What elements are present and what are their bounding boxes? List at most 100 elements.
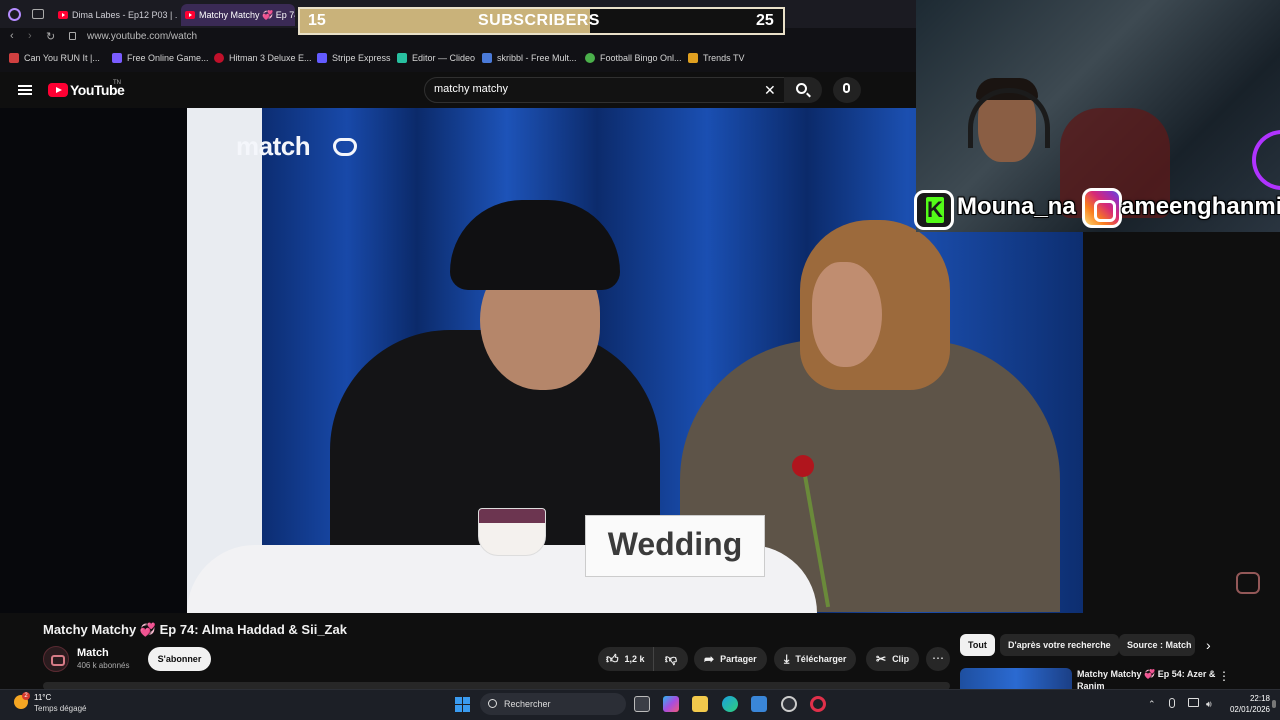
tab-dima-labes[interactable]: Dima Labes - Ep12 P03 | ... <box>54 4 178 26</box>
game-icon <box>112 53 122 63</box>
copilot-icon[interactable] <box>663 696 679 712</box>
contestant-woman-face <box>812 262 882 367</box>
microphone-icon[interactable] <box>1169 698 1175 708</box>
bookmark-label: Can You RUN It |... <box>24 53 100 63</box>
bookmark-item[interactable]: Football Bingo Onl... <box>585 53 682 63</box>
like-dislike-group: 👍︎ 1,2 k 👎︎ <box>598 647 688 671</box>
chip-all[interactable]: Tout <box>960 634 995 656</box>
trend-icon <box>688 53 698 63</box>
channel-watermark-icon[interactable] <box>1236 572 1260 594</box>
search-icon <box>488 699 497 708</box>
bookmark-item[interactable]: skribbl - Free Mult... <box>482 53 577 63</box>
network-icon[interactable] <box>1188 698 1199 707</box>
download-button[interactable]: ⤓ Télécharger <box>774 647 857 671</box>
subscriber-goal: 25 <box>756 12 774 29</box>
opera-gx-icon[interactable] <box>810 696 826 712</box>
bookmark-label: Hitman 3 Deluxe E... <box>229 53 312 63</box>
handshake-icon <box>333 138 357 156</box>
stripe-icon <box>317 53 327 63</box>
hitman-icon <box>214 53 224 63</box>
bookmark-label: Free Online Game... <box>127 53 209 63</box>
url-field[interactable]: www.youtube.com/watch <box>87 31 197 42</box>
red-rose <box>792 455 814 477</box>
subscriber-label: SUBSCRIBERS <box>478 12 600 29</box>
channel-avatar[interactable] <box>43 646 69 672</box>
share-label: Partager <box>720 654 757 664</box>
weather-badge: 2 <box>22 692 30 700</box>
match-watermark: match <box>236 131 311 161</box>
bookmark-label: skribbl - Free Mult... <box>497 53 577 63</box>
forward-button[interactable]: › <box>28 30 32 42</box>
bookmark-label: Football Bingo Onl... <box>600 53 682 63</box>
clip-button[interactable]: ✂ Clip <box>866 647 920 671</box>
instagram-handle: ameenghanmii <box>1121 193 1280 220</box>
clear-search-icon[interactable]: ✕ <box>764 82 776 99</box>
bookmark-item[interactable]: Trends TV <box>688 53 745 63</box>
dessert-cup <box>478 508 546 556</box>
video-title: Matchy Matchy 💞 Ep 74: Alma Haddad & Sii… <box>43 622 347 637</box>
youtube-country-code: TN <box>113 80 121 86</box>
thumbs-up-icon: 👍︎ <box>606 651 619 666</box>
play-icon <box>397 53 407 63</box>
kick-logo-icon <box>914 190 954 230</box>
steam-icon[interactable] <box>781 696 797 712</box>
download-label: Télécharger <box>795 654 847 664</box>
ball-icon <box>585 53 595 63</box>
opera-logo-icon[interactable] <box>8 8 21 21</box>
subscriber-current: 15 <box>308 12 326 29</box>
reload-button[interactable]: ↻ <box>46 30 55 43</box>
bookmark-item[interactable]: Stripe Express <box>317 53 391 63</box>
bookmark-item[interactable]: Can You RUN It |... <box>9 53 100 63</box>
more-vert-icon[interactable]: ⋮ <box>1218 669 1230 683</box>
download-icon: ⤓ <box>784 651 790 666</box>
like-count: 1,2 k <box>624 654 645 664</box>
youtube-favicon-icon <box>58 11 68 19</box>
search-icon[interactable] <box>796 83 807 94</box>
store-icon[interactable] <box>751 696 767 712</box>
thumbs-down-icon: 👎︎ <box>664 651 678 666</box>
dislike-button[interactable]: 👎︎ <box>654 647 688 671</box>
hamburger-menu-icon[interactable] <box>18 85 32 95</box>
instagram-logo-icon <box>1082 188 1122 228</box>
clip-label: Clip <box>892 654 910 664</box>
volume-icon[interactable]: 🔊︎ <box>1206 699 1212 710</box>
bookmark-item[interactable]: Editor — Clideo <box>397 53 475 63</box>
like-button[interactable]: 👍︎ 1,2 k <box>598 647 654 671</box>
taskbar-search[interactable] <box>480 693 626 715</box>
youtube-logo-icon[interactable] <box>48 83 68 97</box>
microphone-icon[interactable] <box>843 83 850 93</box>
file-explorer-icon[interactable] <box>692 696 708 712</box>
channel-name[interactable]: Match <box>77 647 109 659</box>
tab-label: Matchy Matchy 💞 Ep 74: ... <box>199 9 295 20</box>
subscribe-button[interactable]: S'abonner <box>148 647 211 671</box>
weather-description[interactable]: Temps dégagé <box>34 704 86 713</box>
tab-switcher-icon[interactable] <box>32 9 44 19</box>
bookmark-icon <box>9 53 19 63</box>
scissors-icon: ✂ <box>876 652 887 666</box>
edge-icon[interactable] <box>722 696 738 712</box>
chip-source[interactable]: Source : Match <box>1119 634 1195 656</box>
bookmark-item[interactable]: Free Online Game... <box>112 53 209 63</box>
clock-time[interactable]: 22:18 <box>1244 694 1270 703</box>
back-button[interactable]: ‹ <box>10 30 14 42</box>
lock-icon <box>69 32 76 40</box>
bookmark-item[interactable]: Hitman 3 Deluxe E... <box>214 53 312 63</box>
notification-icon[interactable] <box>1272 700 1276 708</box>
weather-temperature[interactable]: 11°C <box>34 693 51 702</box>
clock-date[interactable]: 02/01/2026 <box>1226 705 1270 714</box>
windows-start-icon[interactable] <box>455 697 470 712</box>
chevron-right-icon[interactable]: › <box>1206 637 1211 653</box>
chip-from-search[interactable]: D'après votre recherche <box>1000 634 1119 656</box>
tab-label: Dima Labes - Ep12 P03 | ... <box>72 10 178 20</box>
bookmark-label: Trends TV <box>703 53 745 63</box>
channel-subscriber-count: 406 k abonnés <box>77 661 130 670</box>
task-view-icon[interactable] <box>634 696 650 712</box>
tab-matchy-matchy[interactable]: Matchy Matchy 💞 Ep 74: ... <box>181 4 295 26</box>
recommended-title[interactable]: Matchy Matchy 💞 Ep 54: Azer & Ranim <box>1077 668 1217 690</box>
pencil-icon <box>482 53 492 63</box>
chevron-up-icon[interactable]: ⌃ <box>1148 699 1156 710</box>
taskbar-search-placeholder[interactable]: Rechercher <box>504 699 551 709</box>
more-actions-button[interactable]: ⋯ <box>926 647 950 671</box>
search-input[interactable]: matchy matchy <box>434 83 508 95</box>
share-button[interactable]: ➦ Partager <box>694 647 767 671</box>
